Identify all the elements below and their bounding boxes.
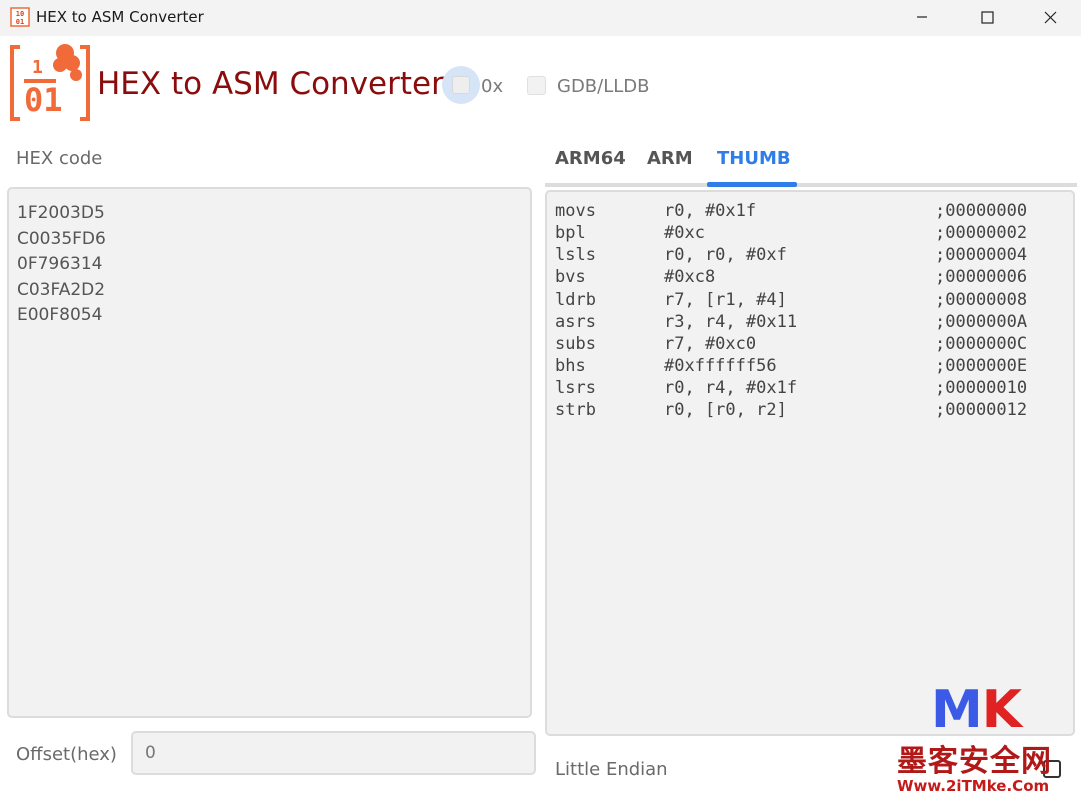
app-title: HEX to ASM Converter [97, 66, 444, 102]
asm-row: bhs #0xffffff56 ;0000000E [555, 356, 1027, 378]
asm-mnemonic: strb [555, 400, 596, 420]
tab-active-indicator [707, 182, 797, 187]
tab-thumb[interactable]: THUMB [717, 148, 791, 169]
asm-row: bvs #0xc8 ;00000006 [555, 267, 1027, 289]
gdb-lldb-checkbox[interactable] [527, 76, 546, 95]
watermark-site-name: 墨客安全网 [897, 744, 1052, 779]
asm-operands: r0, r0, #0xf [664, 245, 787, 265]
asm-operands: #0xc8 [664, 267, 716, 287]
asm-mnemonic: asrs [555, 312, 596, 332]
little-endian-label: Little Endian [555, 759, 668, 780]
asm-row: movs r0, #0x1f ;00000000 [555, 201, 1027, 223]
ox-prefix-checkbox[interactable] [442, 66, 480, 104]
asm-address: ;00000006 [935, 267, 1028, 287]
asm-mnemonic: subs [555, 334, 596, 354]
window-title: HEX to ASM Converter [36, 8, 204, 26]
tab-arm64[interactable]: ARM64 [555, 148, 626, 169]
asm-mnemonic: lsrs [555, 378, 596, 398]
watermark-logo: MK 墨客安全网 Www.2iTMke.Com [895, 680, 1081, 799]
asm-operands: #0xc [664, 223, 705, 243]
svg-text:10: 10 [16, 10, 24, 18]
asm-row: lsrs r0, r4, #0x1f ;00000010 [555, 378, 1027, 400]
asm-mnemonic: bpl [555, 223, 586, 243]
asm-mnemonic: bhs [555, 356, 586, 376]
svg-text:01: 01 [16, 18, 24, 26]
maximize-icon [980, 10, 994, 24]
app-logo-icon: 1 01 [10, 44, 90, 121]
hex-code-label: HEX code [16, 148, 103, 169]
asm-row: ldrb r7, [r1, #4] ;00000008 [555, 290, 1027, 312]
watermark-url: Www.2iTMke.Com [897, 777, 1050, 795]
asm-row: bpl #0xc ;00000002 [555, 223, 1027, 245]
asm-operands: r0, r4, #0x1f [664, 378, 798, 398]
svg-text:1: 1 [32, 57, 43, 78]
ox-checkbox-box [452, 76, 470, 94]
asm-address: ;00000000 [935, 201, 1028, 221]
svg-text:01: 01 [24, 81, 63, 119]
minimize-icon [917, 16, 927, 18]
offset-label: Offset(hex) [16, 744, 117, 765]
asm-operands: r3, r4, #0x11 [664, 312, 798, 332]
hex-line: 1F2003D5 [17, 203, 105, 223]
minimize-button[interactable] [890, 0, 954, 34]
hex-line: C03FA2D2 [17, 279, 106, 300]
asm-address: ;0000000A [935, 312, 1028, 332]
hex-line: E00F8054 [17, 305, 103, 326]
asm-operands: r0, [r0, r2] [664, 400, 787, 420]
asm-mnemonic: ldrb [555, 290, 596, 310]
asm-mnemonic: bvs [555, 267, 586, 287]
asm-row: strb r0, [r0, r2] ;00000012 [555, 400, 1027, 422]
close-button[interactable] [1018, 0, 1081, 34]
ox-prefix-label: 0x [481, 76, 504, 97]
asm-operands: #0xffffff56 [664, 356, 777, 376]
asm-operands: r7, [r1, #4] [664, 290, 787, 310]
asm-row: asrs r3, r4, #0x11 ;0000000A [555, 312, 1027, 334]
maximize-button[interactable] [955, 0, 1019, 34]
tab-arm[interactable]: ARM [647, 148, 693, 169]
close-icon [1044, 11, 1056, 23]
window-titlebar[interactable]: 10 01 HEX to ASM Converter [0, 0, 1081, 36]
asm-address: ;00000008 [935, 290, 1028, 310]
asm-address: ;00000010 [935, 378, 1028, 398]
asm-operands: r0, #0x1f [664, 201, 757, 221]
gdb-lldb-label: GDB/LLDB [557, 76, 650, 97]
tabs-divider [545, 183, 1077, 187]
asm-address: ;00000002 [935, 223, 1028, 243]
watermark-mk: MK [931, 680, 1022, 740]
offset-input[interactable] [131, 731, 536, 775]
hex-line: 0F796314 [17, 254, 103, 275]
asm-address: ;0000000E [935, 356, 1028, 376]
hex-line: C0035FD6 [17, 228, 106, 249]
asm-output-textarea[interactable]: movs r0, #0x1f ;00000000 bpl #0xc ;00000… [545, 190, 1075, 736]
asm-operands: r7, #0xc0 [664, 334, 757, 354]
asm-row: lsls r0, r0, #0xf ;00000004 [555, 245, 1027, 267]
asm-mnemonic: movs [555, 201, 596, 221]
asm-mnemonic: lsls [555, 245, 596, 265]
arch-tabs: ARM64 ARM THUMB [545, 140, 1077, 187]
asm-address: ;00000004 [935, 245, 1028, 265]
asm-row: subs r7, #0xc0 ;0000000C [555, 334, 1027, 356]
app-icon: 10 01 [10, 7, 30, 27]
asm-address: ;00000012 [935, 400, 1028, 420]
hex-code-textarea[interactable]: 1F2003D5 C0035FD6 0F796314 C03FA2D2 E00F… [7, 187, 532, 718]
asm-address: ;0000000C [935, 334, 1028, 354]
